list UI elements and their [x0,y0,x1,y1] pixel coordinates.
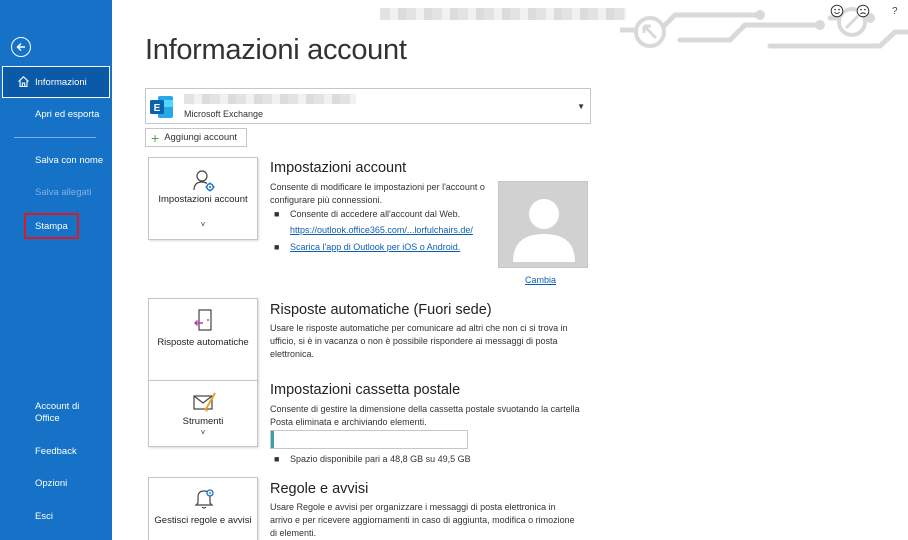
account-settings-button[interactable]: Impostazioni account ˅ [148,157,258,240]
redacted-email [184,94,356,104]
person-placeholder-icon [499,182,587,267]
help-button[interactable]: ? [892,6,898,17]
section-title: Risposte automatiche (Fuori sede) [270,302,492,318]
user-settings-icon [193,170,215,192]
sidebar-item-label: Opzioni [35,478,68,489]
chevron-down-icon: ˅ [200,428,206,437]
sidebar-item-informazioni[interactable]: Informazioni [2,66,110,98]
exchange-icon: E [150,96,173,118]
tile-label: Strumenti [182,416,224,427]
smile-feedback-icon[interactable] [830,4,844,21]
plus-icon: + [151,129,160,146]
redacted-window-title [380,8,626,20]
sidebar-item-label: Feedback [35,446,77,457]
rules-alerts-icon [194,489,214,509]
mailbox-tools-button[interactable]: Strumenti ˅ [148,380,258,447]
tile-label: Gestisci regole e avvisi [154,515,252,526]
sidebar-item-apri-ed-esporta[interactable]: Apri ed esporta [0,109,112,120]
page-title: Informazioni account [145,34,407,66]
add-account-label: Aggiungi account [164,132,238,143]
manage-rules-button[interactable]: Gestisci regole e avvisi [148,477,258,540]
section-description: Usare Regole e avvisi per organizzare i … [270,502,575,538]
sidebar-item-label: Salva con nome [35,155,104,166]
sidebar-item-label: Account di Office [35,401,80,424]
mailbox-cleanup-icon [193,392,216,412]
main-content: ? Informazioni account E Microsoft Excha… [112,0,908,540]
section-title: Regole e avvisi [270,481,369,497]
sidebar-item-label: Informazioni [35,76,87,88]
bullet-text: Consente di accedere all'account dal Web… [290,209,461,219]
outlook-web-link[interactable]: https://outlook.office365.com/...lorfulc… [290,225,473,235]
back-button[interactable] [11,37,31,57]
mailbox-storage-bar [270,430,468,449]
auto-replies-button[interactable]: Risposte automatiche [148,298,258,381]
caret-down-icon: ▼ [577,102,585,111]
sidebar-item-esci[interactable]: Esci [0,511,112,522]
svg-text:E: E [154,103,161,114]
section-title: Impostazioni account [270,160,407,176]
bullet-marker: ■ [274,242,280,252]
sidebar-item-label: Salva allegati [35,187,92,198]
storage-used-fill [271,431,274,448]
profile-picture [498,181,588,268]
sidebar-item-account-di-office[interactable]: Account di Office [0,401,90,425]
tile-label: Impostazioni account [158,194,248,205]
frown-feedback-icon[interactable] [856,4,870,21]
highlight-box [24,213,79,239]
change-photo-link[interactable]: Cambia [525,275,556,285]
tile-label: Risposte automatiche [157,337,249,348]
home-icon [18,76,29,88]
bullet-marker: ■ [274,454,280,464]
section-title: Impostazioni cassetta postale [270,382,461,398]
section-description: Consente di gestire la dimensione della … [270,404,580,427]
section-description: Consente di modificare le impostazioni p… [270,182,485,205]
sidebar-item-feedback[interactable]: Feedback [0,446,112,457]
sidebar-item-salva-con-nome[interactable]: Salva con nome [0,155,112,166]
sidebar-item-salva-allegati: Salva allegati [0,187,112,198]
sidebar-item-label: Apri ed esporta [35,109,100,120]
account-selector[interactable]: E Microsoft Exchange ▼ [145,88,591,124]
add-account-button[interactable]: + Aggiungi account [145,128,247,147]
backstage-sidebar: Informazioni Apri ed esporta Salva con n… [0,0,112,540]
bullet-marker: ■ [274,209,280,219]
account-type-label: Microsoft Exchange [184,109,264,119]
sidebar-item-label: Esci [35,511,53,522]
section-description: Usare le risposte automatiche per comuni… [270,323,568,359]
door-exit-icon [194,309,212,331]
arrow-left-icon [16,43,25,51]
mobile-app-link[interactable]: Scarica l'app di Outlook per iOS o Andro… [290,242,460,252]
sidebar-item-opzioni[interactable]: Opzioni [0,478,112,489]
storage-text: Spazio disponibile pari a 48,8 GB su 49,… [290,454,471,464]
chevron-down-icon: ˅ [200,220,206,229]
sidebar-divider [14,137,96,138]
